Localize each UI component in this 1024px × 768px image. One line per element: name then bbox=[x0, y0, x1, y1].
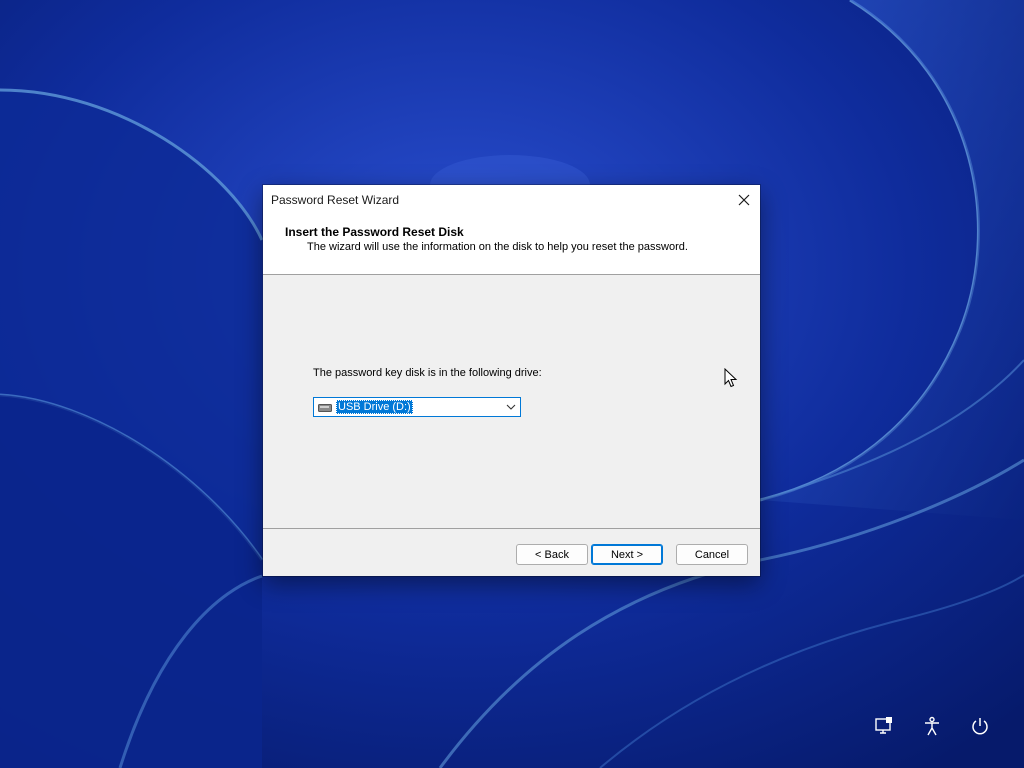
window-title: Password Reset Wizard bbox=[271, 193, 400, 207]
cancel-button[interactable]: Cancel bbox=[676, 544, 748, 565]
drive-label: The password key disk is in the followin… bbox=[313, 367, 542, 379]
mouse-cursor-icon bbox=[724, 368, 738, 388]
drive-dropdown[interactable]: USB Drive (D:) bbox=[313, 397, 521, 417]
drive-selected-value: USB Drive (D:) bbox=[336, 400, 413, 414]
back-button[interactable]: < Back bbox=[516, 544, 588, 565]
power-icon[interactable] bbox=[970, 716, 990, 736]
next-button[interactable]: Next > bbox=[591, 544, 663, 565]
footer-divider bbox=[263, 528, 760, 529]
close-icon bbox=[738, 194, 750, 206]
wizard-step-title: Insert the Password Reset Disk bbox=[285, 225, 464, 239]
title-bar[interactable]: Password Reset Wizard bbox=[263, 185, 760, 215]
usb-drive-icon bbox=[318, 404, 332, 412]
chevron-down-icon[interactable] bbox=[506, 403, 516, 411]
close-button[interactable] bbox=[728, 185, 760, 215]
password-reset-wizard-dialog: Password Reset Wizard Insert the Passwor… bbox=[263, 185, 760, 576]
accessibility-icon[interactable] bbox=[922, 716, 942, 736]
network-icon[interactable] bbox=[874, 716, 894, 736]
wizard-header: Insert the Password Reset Disk The wizar… bbox=[263, 215, 760, 275]
wizard-step-description: The wizard will use the information on t… bbox=[307, 241, 688, 253]
